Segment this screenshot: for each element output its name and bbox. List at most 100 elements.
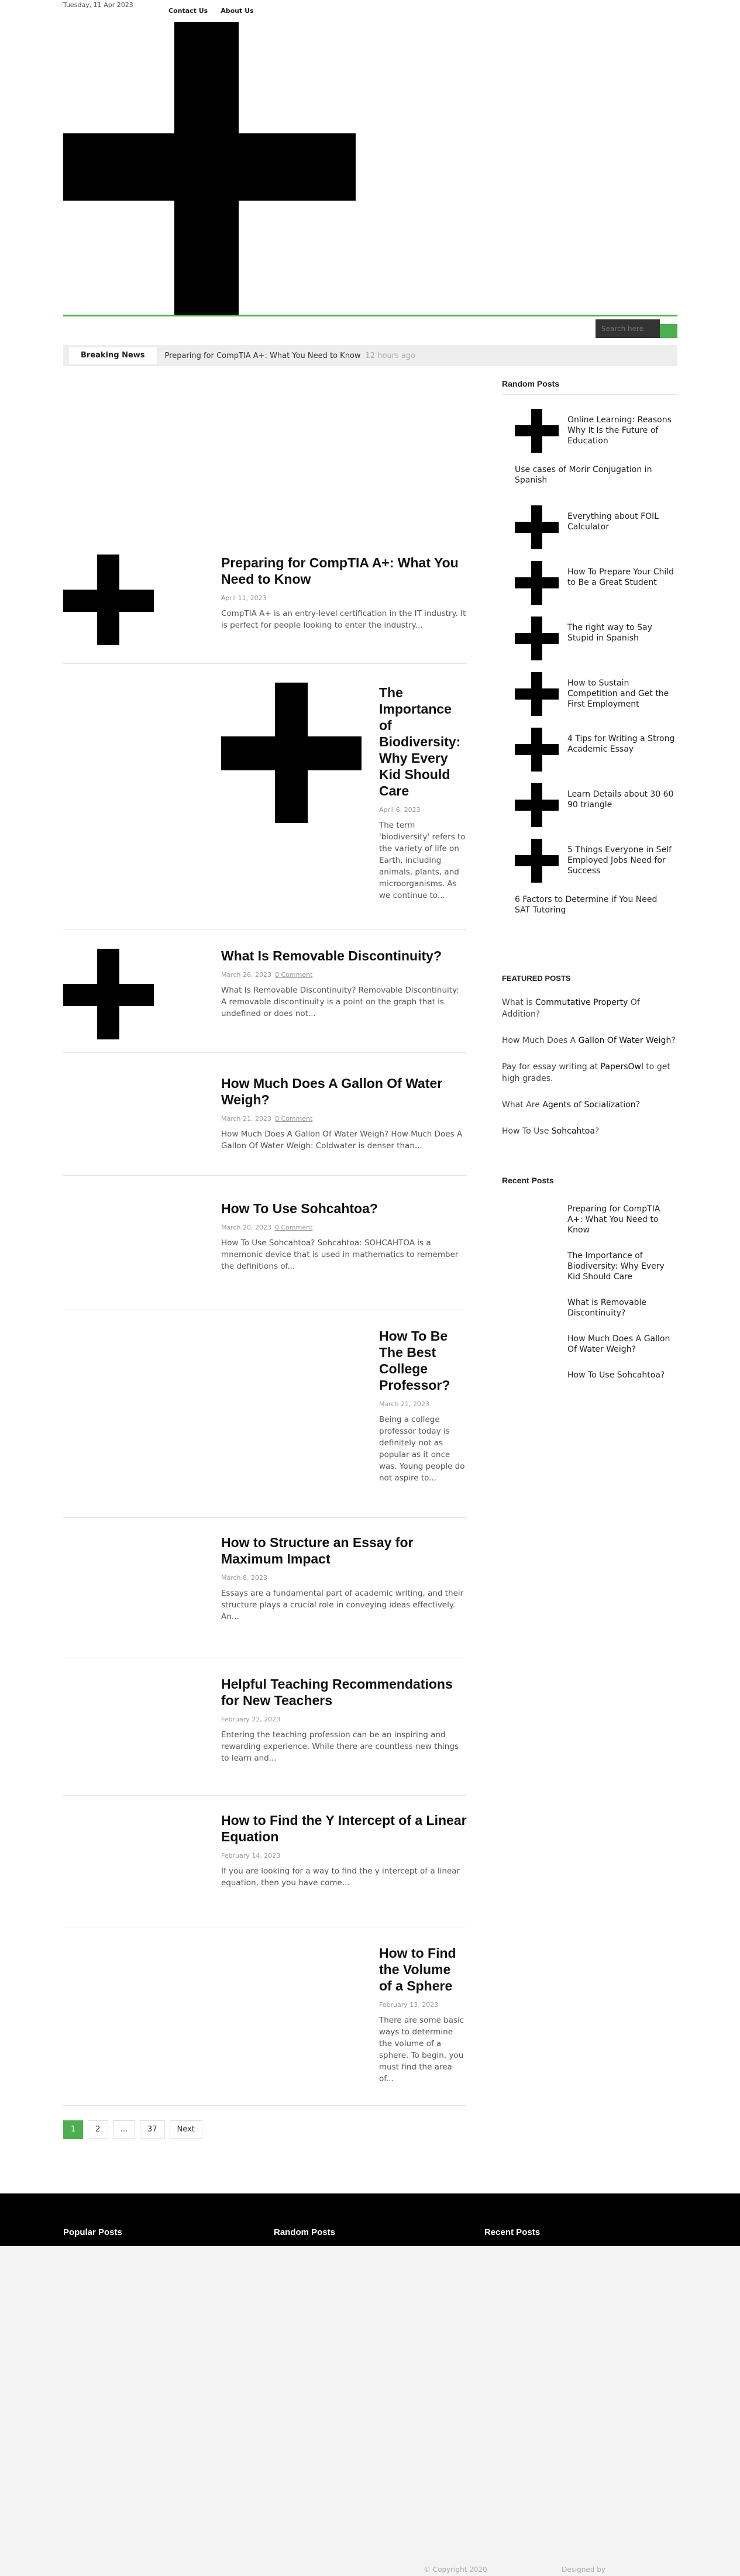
random-post-title[interactable]: Everything about FOIL Calculator	[567, 511, 676, 532]
post-title[interactable]: How Much Does A Gallon Of Water Weigh?	[221, 1075, 467, 1108]
top-navigation: Contact Us About Us	[168, 7, 254, 15]
post-thumbnail[interactable]	[515, 505, 559, 549]
current-date: Tuesday, 11 Apr 2023	[63, 1, 133, 9]
post-thumbnail[interactable]	[515, 728, 559, 772]
post-date: March 8, 2023	[221, 1574, 268, 1582]
next-page-button[interactable]: Next	[169, 2120, 202, 2139]
post-title[interactable]: How to Structure an Essay for Maximum Im…	[221, 1534, 467, 1567]
post-thumbnail[interactable]	[515, 672, 559, 716]
post-thumbnail[interactable]	[63, 555, 154, 645]
post-date: March 21, 2023	[379, 1400, 430, 1408]
featured-post-link[interactable]: Sohcahtoa	[552, 1127, 595, 1136]
random-post-item[interactable]: 6 Factors to Determine if You Need SAT T…	[502, 888, 677, 929]
page-2-button[interactable]: 2	[88, 2120, 108, 2139]
random-post-item[interactable]: Online Learning: Reasons Why It Is the F…	[502, 403, 677, 459]
widget-title: FEATURED POSTS	[502, 974, 571, 983]
featured-post-link[interactable]: Agents of Socialization	[542, 1100, 635, 1110]
post-meta: March 21, 2023 0 Comment	[221, 1115, 467, 1122]
recent-post-item[interactable]: What is Removable Discontinuity?	[502, 1297, 677, 1318]
random-post-item[interactable]: 5 Things Everyone in Self Employed Jobs …	[502, 833, 677, 888]
widget-title: Random Posts	[502, 379, 677, 395]
search-button[interactable]	[660, 324, 677, 338]
post-thumbnail[interactable]	[63, 949, 154, 1039]
recent-post-item[interactable]: How Much Does A Gallon Of Water Weigh?	[502, 1334, 677, 1355]
breaking-news-headline[interactable]: Preparing for CompTIA A+: What You Need …	[165, 352, 361, 360]
page-1-button[interactable]: 1	[63, 2120, 84, 2139]
featured-post-link[interactable]: Gallon Of Water Weigh	[579, 1036, 672, 1045]
recent-post-item[interactable]: Preparing for CompTIA A+: What You Need …	[502, 1204, 677, 1235]
post-card: How Much Does A Gallon Of Water Weigh? M…	[63, 1059, 467, 1176]
post-comment-count[interactable]: 0 Comment	[275, 971, 312, 979]
designed-by-text: Designed by	[562, 2565, 605, 2574]
random-post-title[interactable]: How To Prepare Your Child to Be a Great …	[567, 567, 676, 588]
site-logo[interactable]	[63, 22, 356, 315]
featured-post-text: ?	[594, 1127, 600, 1136]
post-thumbnail[interactable]	[221, 683, 362, 823]
post-comment-count[interactable]: 0 Comment	[275, 1224, 312, 1231]
random-post-item[interactable]: 4 Tips for Writing a Strong Academic Ess…	[502, 722, 677, 777]
post-thumbnail[interactable]	[515, 561, 559, 605]
random-post-item[interactable]: Learn Details about 30 60 90 triangle	[502, 777, 677, 833]
post-excerpt: If you are looking for a way to find the…	[221, 1866, 460, 1888]
sidebar-random-posts: Random Posts Online Learning: Reasons Wh…	[502, 379, 677, 929]
post-title[interactable]: What Is Removable Discontinuity?	[221, 948, 467, 964]
post-meta: February 14, 2023	[221, 1852, 467, 1859]
post-card: How to Structure an Essay for Maximum Im…	[63, 1524, 467, 1658]
post-excerpt: CompTIA A+ is an entry-level certificati…	[221, 609, 466, 630]
post-meta: March 26, 2023 0 Comment	[221, 971, 467, 979]
post-card: Preparing for CompTIA A+: What You Need …	[63, 550, 467, 664]
post-title[interactable]: How To Be The Best College Professor?	[379, 1328, 467, 1393]
post-thumbnail[interactable]	[515, 617, 559, 660]
post-excerpt: Essays are a fundamental part of academi…	[221, 1589, 464, 1621]
footer	[0, 2246, 740, 2576]
breaking-news-bar: Breaking News Preparing for CompTIA A+: …	[63, 345, 677, 366]
contact-us-link[interactable]: Contact Us	[168, 7, 208, 15]
post-excerpt: Being a college professor today is defin…	[379, 1415, 465, 1483]
sidebar-recent-posts: Recent Posts Preparing for CompTIA A+: W…	[502, 1176, 677, 1396]
post-thumbnail[interactable]	[515, 409, 559, 453]
post-title[interactable]: Helpful Teaching Recommendations for New…	[221, 1676, 467, 1709]
post-title[interactable]: How to Find the Y Intercept of a Linear …	[221, 1812, 467, 1845]
random-post-item[interactable]: Everything about FOIL Calculator	[502, 500, 677, 555]
search-form	[596, 319, 677, 338]
post-thumbnail[interactable]	[515, 839, 559, 883]
random-post-title[interactable]: 5 Things Everyone in Self Employed Jobs …	[567, 845, 676, 876]
post-title[interactable]: How To Use Sohcahtoa?	[221, 1200, 467, 1217]
search-input[interactable]	[596, 319, 660, 338]
random-post-title[interactable]: Online Learning: Reasons Why It Is the F…	[567, 415, 676, 446]
random-post-item[interactable]: How to Sustain Competition and Get the F…	[502, 666, 677, 722]
random-post-title[interactable]: The right way to Say Stupid in Spanish	[567, 622, 676, 643]
footer-top-band	[0, 2193, 740, 2246]
random-post-item[interactable]: The right way to Say Stupid in Spanish	[502, 611, 677, 666]
featured-post-link[interactable]: Commutative Property	[535, 998, 628, 1007]
page-37-button[interactable]: 37	[139, 2120, 165, 2139]
recent-post-item[interactable]: The Importance of Biodiversity: Why Ever…	[502, 1251, 677, 1282]
post-thumbnail[interactable]	[515, 783, 559, 827]
about-us-link[interactable]: About Us	[221, 7, 253, 15]
post-meta: March 20, 2023 0 Comment	[221, 1224, 467, 1231]
random-post-title[interactable]: Learn Details about 30 60 90 triangle	[567, 789, 676, 810]
random-post-title[interactable]: Use cases of Morir Conjugation in Spanis…	[515, 464, 667, 485]
random-posts-list: Online Learning: Reasons Why It Is the F…	[502, 403, 677, 929]
random-post-title[interactable]: How to Sustain Competition and Get the F…	[567, 678, 676, 710]
post-meta: April 11, 2023	[221, 594, 467, 602]
post-meta: April 6, 2023	[379, 806, 467, 814]
random-post-title[interactable]: 4 Tips for Writing a Strong Academic Ess…	[567, 733, 676, 755]
post-card: Helpful Teaching Recommendations for New…	[63, 1664, 467, 1796]
post-date: February 22, 2023	[221, 1716, 281, 1723]
random-post-item[interactable]: Use cases of Morir Conjugation in Spanis…	[502, 459, 677, 500]
page-ellipsis: ...	[112, 2120, 135, 2139]
post-meta: February 22, 2023	[221, 1716, 467, 1723]
post-meta: March 8, 2023	[221, 1574, 467, 1582]
post-title[interactable]: How to Find the Volume of a Sphere	[379, 1945, 467, 1994]
random-post-title[interactable]: 6 Factors to Determine if You Need SAT T…	[515, 894, 667, 915]
post-excerpt: What Is Removable Discontinuity? Removab…	[221, 986, 459, 1018]
featured-post-link[interactable]: PapersOwl	[601, 1062, 643, 1072]
post-title[interactable]: The Importance of Biodiversity: Why Ever…	[379, 684, 467, 799]
post-comment-count[interactable]: 0 Comment	[275, 1115, 312, 1122]
recent-post-item[interactable]: How To Use Sohcahtoa?	[502, 1370, 677, 1380]
breaking-news-label: Breaking News	[69, 347, 157, 364]
featured-post-text: How Much Does A	[502, 1036, 579, 1045]
random-post-item[interactable]: How To Prepare Your Child to Be a Great …	[502, 555, 677, 611]
post-title[interactable]: Preparing for CompTIA A+: What You Need …	[221, 555, 467, 587]
